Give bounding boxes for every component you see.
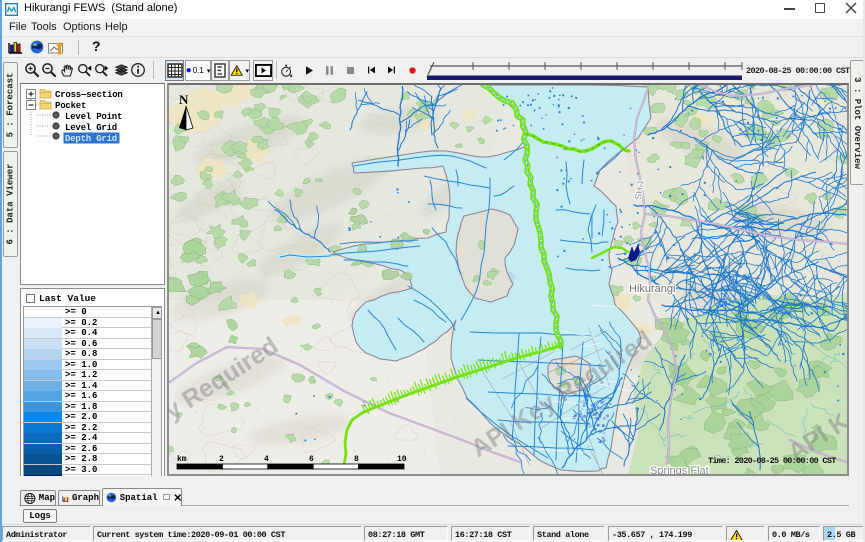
svg-text:N: N — [179, 92, 189, 107]
svg-text:Level Point: Level Point — [65, 112, 122, 122]
svg-text:km: km — [177, 455, 187, 464]
svg-text:2: 2 — [219, 455, 224, 464]
svg-text:Cross—section: Cross—section — [55, 90, 123, 100]
svg-text:Level Grid: Level Grid — [65, 123, 117, 133]
svg-text:Depth Grid: Depth Grid — [65, 134, 117, 144]
svg-text:Hikurangi: Hikurangi — [629, 283, 675, 295]
svg-text:10: 10 — [397, 455, 407, 464]
svg-text:Pocket: Pocket — [55, 101, 86, 111]
svg-text:Time: 2020-08-25 00:00:00 CST: Time: 2020-08-25 00:00:00 CST — [708, 456, 836, 466]
svg-text:Springs Flat: Springs Flat — [650, 465, 709, 474]
svg-text:4: 4 — [264, 455, 269, 464]
svg-text:6: 6 — [309, 455, 314, 464]
svg-text:8: 8 — [354, 455, 359, 464]
